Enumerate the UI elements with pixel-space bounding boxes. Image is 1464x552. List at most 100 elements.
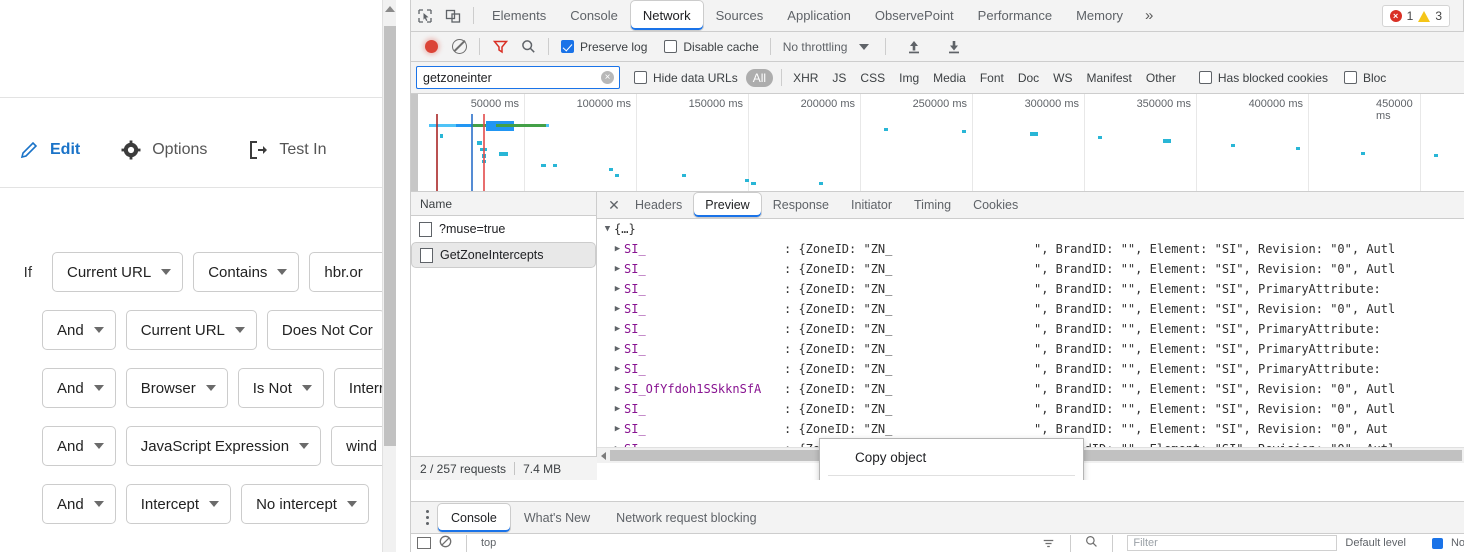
expand-triangle-icon[interactable]: ▶ — [611, 259, 624, 279]
export-har-icon[interactable] — [940, 33, 968, 61]
json-row[interactable]: ▶SI_: {ZoneID: "ZN_ ", BrandID: "", Eleme… — [597, 279, 1464, 299]
expand-triangle-icon[interactable]: ▶ — [611, 279, 624, 299]
request-name-column-header[interactable]: Name — [411, 192, 596, 216]
json-row[interactable]: ▶ SI_OfYfdoh1SSkknSfA: {ZoneID: "ZN_ ", Br… — [597, 379, 1464, 399]
disable-cache-checkbox[interactable]: Disable cache — [664, 40, 759, 54]
rule-conjunction-select[interactable]: And — [42, 484, 116, 524]
inspect-element-icon[interactable] — [411, 2, 439, 30]
console-clear-icon[interactable] — [439, 535, 452, 551]
json-row[interactable]: ▶SI_: {ZoneID: "ZN_ ", BrandID: "", Eleme… — [597, 319, 1464, 339]
rule-conjunction-select[interactable]: And — [42, 426, 116, 466]
tab-initiator[interactable]: Initiator — [840, 192, 903, 218]
json-row[interactable]: ▶SI_: {ZoneID: "ZN_ ", BrandID: "", Eleme… — [597, 399, 1464, 419]
rule-operator-select[interactable]: No intercept — [241, 484, 369, 524]
json-row[interactable]: ▶SI_: {ZoneID: "ZN_ ", BrandID: "", Eleme… — [597, 419, 1464, 439]
filter-type-css[interactable]: CSS — [853, 71, 892, 85]
rule-field-select[interactable]: Current URL — [52, 252, 184, 292]
filter-type-other[interactable]: Other — [1139, 71, 1183, 85]
device-toolbar-icon[interactable] — [439, 2, 467, 30]
filter-type-all[interactable]: All — [745, 68, 774, 87]
console-filter-input[interactable]: Filter — [1127, 535, 1338, 551]
filter-type-media[interactable]: Media — [926, 71, 973, 85]
rule-field-select[interactable]: Intercept — [125, 484, 232, 524]
has-blocked-cookies-checkbox[interactable]: Has blocked cookies — [1198, 71, 1328, 85]
edit-button[interactable]: Edit — [0, 125, 102, 175]
clear-filter-icon[interactable]: × — [601, 71, 614, 84]
tab-sources[interactable]: Sources — [704, 0, 776, 31]
console-settings-icon[interactable] — [1042, 537, 1056, 549]
drawer-tab-whats-new[interactable]: What's New — [511, 503, 603, 533]
rule-operator-select[interactable]: Does Not Cor — [266, 310, 385, 350]
blocked-requests-checkbox[interactable]: Bloc — [1343, 71, 1386, 85]
throttling-select[interactable]: No throttling — [777, 40, 876, 54]
tab-response[interactable]: Response — [762, 192, 840, 218]
expand-triangle-icon[interactable]: ▶ — [611, 339, 624, 359]
rule-field-select[interactable]: JavaScript Expression — [125, 426, 322, 466]
rule-value-input[interactable]: wind — [331, 426, 389, 466]
search-icon[interactable] — [514, 33, 542, 61]
tab-elements[interactable]: Elements — [480, 0, 558, 31]
console-filter-icon[interactable] — [1085, 535, 1098, 551]
filter-icon[interactable] — [486, 33, 514, 61]
json-row[interactable]: ▶SI_: {ZoneID: "ZN_ ", BrandID: "", Eleme… — [597, 359, 1464, 379]
hide-data-urls-checkbox[interactable]: Hide data URLs — [634, 71, 738, 85]
page-scrollbar[interactable] — [382, 0, 396, 552]
tab-observepoint[interactable]: ObservePoint — [863, 0, 966, 31]
filter-type-manifest[interactable]: Manifest — [1080, 71, 1139, 85]
json-row[interactable]: ▶SI_: {ZoneID: "ZN_ ", BrandID: "", Eleme… — [597, 299, 1464, 319]
preserve-log-checkbox[interactable]: Preserve log — [561, 40, 647, 54]
rule-value-input[interactable]: hbr.or — [309, 252, 390, 292]
filter-input[interactable]: getzoneinter × — [416, 66, 620, 89]
drawer-tab-network-request-blocking[interactable]: Network request blocking — [603, 503, 769, 533]
expand-triangle-icon[interactable]: ▶ — [611, 319, 624, 339]
more-options-icon[interactable] — [417, 510, 437, 525]
list-item[interactable]: GetZoneIntercepts — [411, 242, 596, 268]
filter-type-js[interactable]: JS — [825, 71, 853, 85]
console-sidebar-icon[interactable] — [417, 537, 431, 549]
more-tabs-icon[interactable]: » — [1135, 7, 1163, 24]
close-icon[interactable]: ✕ — [604, 195, 624, 215]
tab-performance[interactable]: Performance — [966, 0, 1064, 31]
scrollbar-thumb[interactable] — [384, 26, 396, 446]
test-in-button[interactable]: Test In — [229, 125, 348, 175]
drawer-tab-console[interactable]: Console — [437, 502, 511, 533]
tab-console[interactable]: Console — [558, 0, 630, 31]
rule-conjunction-select[interactable]: And — [42, 310, 116, 350]
tab-headers[interactable]: Headers — [624, 192, 693, 218]
scroll-up-arrow-icon[interactable] — [385, 6, 395, 12]
expand-triangle-icon[interactable]: ▶ — [611, 239, 624, 259]
json-preview-tree[interactable]: ▼ {…} ▶ SI_: {ZoneID: "ZN_ ", BrandID: " ",… — [597, 219, 1464, 463]
expand-triangle-icon[interactable]: ▶ — [611, 399, 624, 419]
filter-type-xhr[interactable]: XHR — [786, 71, 825, 85]
network-overview-timeline[interactable]: 50000 ms 100000 ms 150000 ms 200000 ms 2… — [411, 94, 1464, 192]
expand-triangle-icon[interactable]: ▼ — [601, 219, 614, 239]
checkbox-icon[interactable] — [1431, 537, 1443, 549]
issues-counter[interactable]: × 1 3 — [1381, 5, 1450, 27]
json-row[interactable]: ▶SI_: {ZoneID: "ZN_ ", BrandID: "", Eleme… — [597, 259, 1464, 279]
import-har-icon[interactable] — [900, 33, 928, 61]
filter-type-ws[interactable]: WS — [1046, 71, 1079, 85]
tab-preview[interactable]: Preview — [693, 192, 762, 218]
tab-network[interactable]: Network — [629, 0, 704, 31]
json-row[interactable]: ▶SI_: {ZoneID: "ZN_ ", BrandID: "", Eleme… — [597, 239, 1464, 259]
tab-timing[interactable]: Timing — [903, 192, 962, 218]
json-row[interactable]: ▶SI_: {ZoneID: "ZN_ ", BrandID: "", Eleme… — [597, 339, 1464, 359]
rule-operator-select[interactable]: Is Not — [237, 368, 324, 408]
expand-triangle-icon[interactable]: ▶ — [611, 419, 624, 439]
clear-icon[interactable] — [445, 33, 473, 61]
menu-item-copy-object[interactable]: Copy object — [820, 444, 1083, 470]
json-root-row[interactable]: ▼ {…} — [597, 219, 1464, 239]
expand-triangle-icon[interactable]: ▶ — [611, 359, 624, 379]
console-context-select[interactable]: top — [481, 537, 496, 549]
filter-type-font[interactable]: Font — [973, 71, 1011, 85]
tab-memory[interactable]: Memory — [1064, 0, 1135, 31]
rule-field-select[interactable]: Browser — [125, 368, 228, 408]
tab-cookies[interactable]: Cookies — [962, 192, 1029, 218]
rule-conjunction-select[interactable]: And — [42, 368, 116, 408]
record-icon[interactable] — [417, 33, 445, 61]
list-item[interactable]: ?muse=true — [411, 216, 596, 242]
expand-triangle-icon[interactable]: ▶ — [611, 299, 624, 319]
filter-type-doc[interactable]: Doc — [1011, 71, 1046, 85]
rule-operator-select[interactable]: Contains — [193, 252, 300, 292]
tab-application[interactable]: Application — [775, 0, 863, 31]
